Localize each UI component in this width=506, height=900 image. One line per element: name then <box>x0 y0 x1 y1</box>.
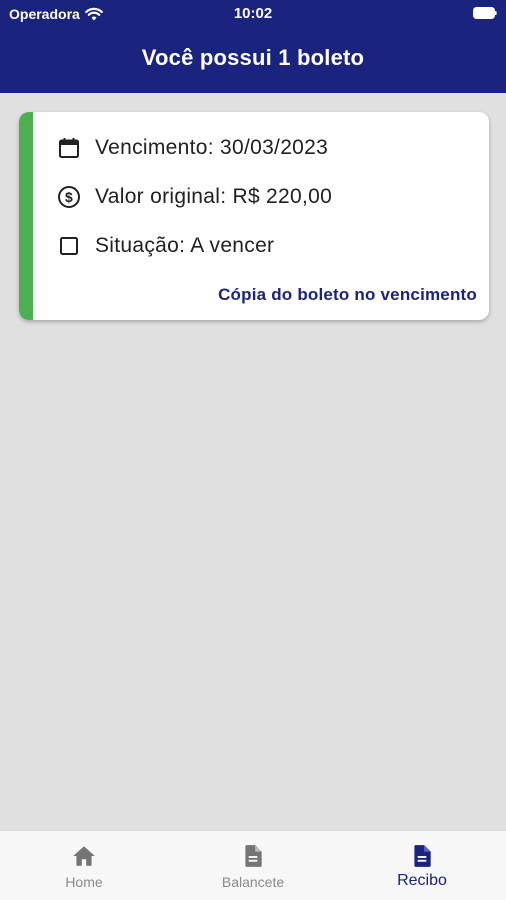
calendar-icon <box>59 138 79 158</box>
status-bar: Operadora 10:02 <box>0 0 506 28</box>
svg-text:$: $ <box>65 189 73 205</box>
tab-balancete-label: Balancete <box>221 874 285 890</box>
app-header: Operadora 10:02 Você possui 1 boleto <box>0 0 506 93</box>
original-value-row: $ Valor original: R$ 220,00 <box>57 185 332 209</box>
status-text: Situação: A vencer <box>95 234 275 257</box>
due-date-text: Vencimento: 30/03/2023 <box>95 136 329 159</box>
home-icon <box>73 846 95 866</box>
boleto-card: Vencimento: 30/03/2023 $ Valor original:… <box>19 112 489 320</box>
tab-recibo[interactable]: Recibo <box>338 831 506 900</box>
status-row: Situação: A vencer <box>57 234 274 258</box>
battery-icon <box>473 7 497 19</box>
checkbox-icon <box>60 237 78 255</box>
tab-balancete[interactable]: Balancete <box>169 831 337 900</box>
tab-home[interactable]: Home <box>0 831 168 900</box>
original-value-text: Valor original: R$ 220,00 <box>95 185 333 208</box>
screen: Operadora 10:02 Você possui 1 boleto Ven… <box>0 0 506 900</box>
status-time: 10:02 <box>233 5 273 22</box>
tab-home-label: Home <box>65 874 103 890</box>
document-icon <box>245 845 262 867</box>
bottom-tab-bar: Home Balancete Recibo <box>0 830 506 900</box>
status-accent-bar <box>19 112 33 320</box>
tab-recibo-label: Recibo <box>397 872 447 889</box>
copy-boleto-link[interactable]: Cópia do boleto no vencimento <box>218 285 477 305</box>
due-date-row: Vencimento: 30/03/2023 <box>57 136 328 160</box>
document-icon <box>414 845 431 867</box>
page-title: Você possui 1 boleto <box>141 45 365 70</box>
dollar-circle-icon: $ <box>58 186 80 208</box>
